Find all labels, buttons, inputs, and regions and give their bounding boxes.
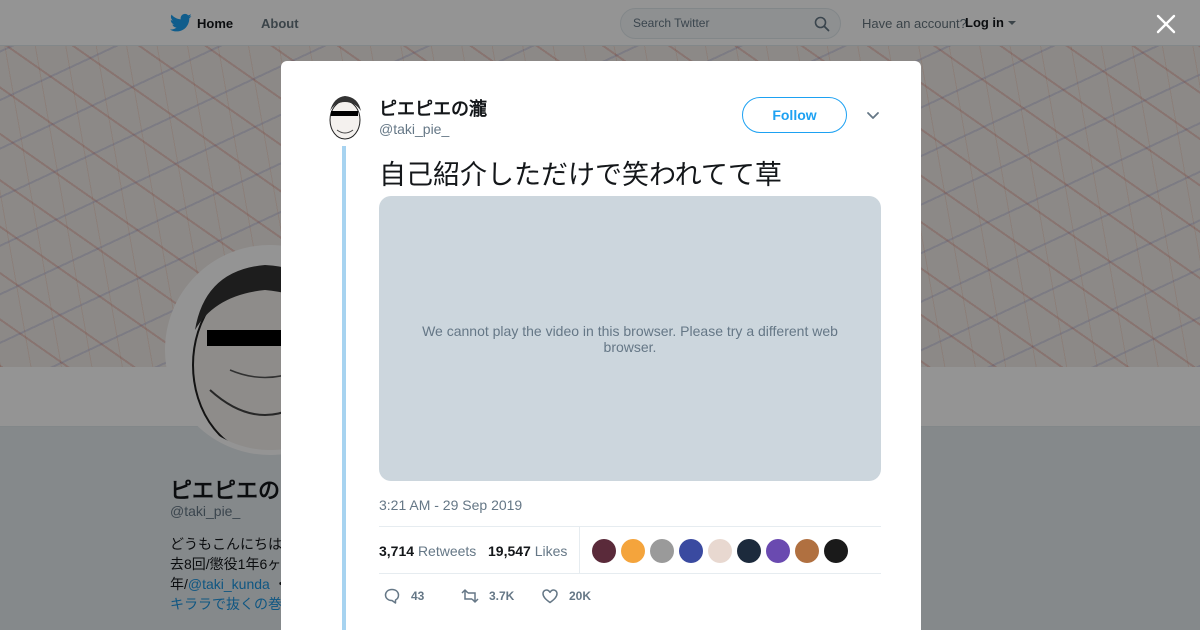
tweet-modal: ピエピエの瀧 @taki_pie_ Follow 自己紹介しただけで笑われてて草…: [281, 61, 921, 630]
thread-line: [342, 146, 346, 630]
retweets-stat[interactable]: 3,714 Retweets: [379, 543, 476, 559]
video-unsupported-message: We cannot play the video in this browser…: [422, 323, 838, 355]
likes-count: 19,547: [488, 543, 531, 559]
tweet-timestamp[interactable]: 3:21 AM - 29 Sep 2019: [379, 497, 522, 513]
liker-avatar[interactable]: [708, 539, 732, 563]
tweet-stats: 3,714 Retweets 19,547 Likes: [379, 526, 881, 574]
tweet-author-name[interactable]: ピエピエの瀧: [379, 95, 487, 121]
liker-avatar[interactable]: [766, 539, 790, 563]
likes-stat[interactable]: 19,547 Likes: [488, 543, 567, 559]
retweets-count: 3,714: [379, 543, 415, 559]
follow-button[interactable]: Follow: [742, 97, 847, 133]
liker-avatar[interactable]: [621, 539, 645, 563]
tweet-text: 自己紹介しただけで笑われてて草: [379, 160, 782, 190]
retweet-count: 3.7K: [489, 589, 515, 603]
liker-avatar[interactable]: [650, 539, 674, 563]
like-count: 20K: [569, 589, 592, 603]
liker-avatar[interactable]: [737, 539, 761, 563]
retweets-label: Retweets: [417, 543, 477, 559]
liker-avatar[interactable]: [592, 539, 616, 563]
liker-avatar[interactable]: [795, 539, 819, 563]
likes-label: Likes: [534, 543, 568, 559]
retweet-icon: [461, 589, 479, 603]
tweet-author-avatar[interactable]: [326, 93, 364, 141]
liker-avatar[interactable]: [824, 539, 848, 563]
chevron-down-icon[interactable]: [866, 111, 880, 121]
author-avatar-drawing: [329, 96, 361, 140]
heart-icon: [542, 589, 558, 604]
tweet-author-handle[interactable]: @taki_pie_: [379, 121, 449, 137]
tweet-video-player[interactable]: We cannot play the video in this browser…: [379, 196, 881, 481]
reply-icon: [384, 588, 400, 604]
close-icon[interactable]: [1156, 14, 1176, 34]
stats-divider: [579, 527, 580, 574]
liker-avatar[interactable]: [679, 539, 703, 563]
tweet-actions: 43 3.7K 20K: [379, 585, 881, 607]
reply-count: 43: [411, 589, 425, 603]
